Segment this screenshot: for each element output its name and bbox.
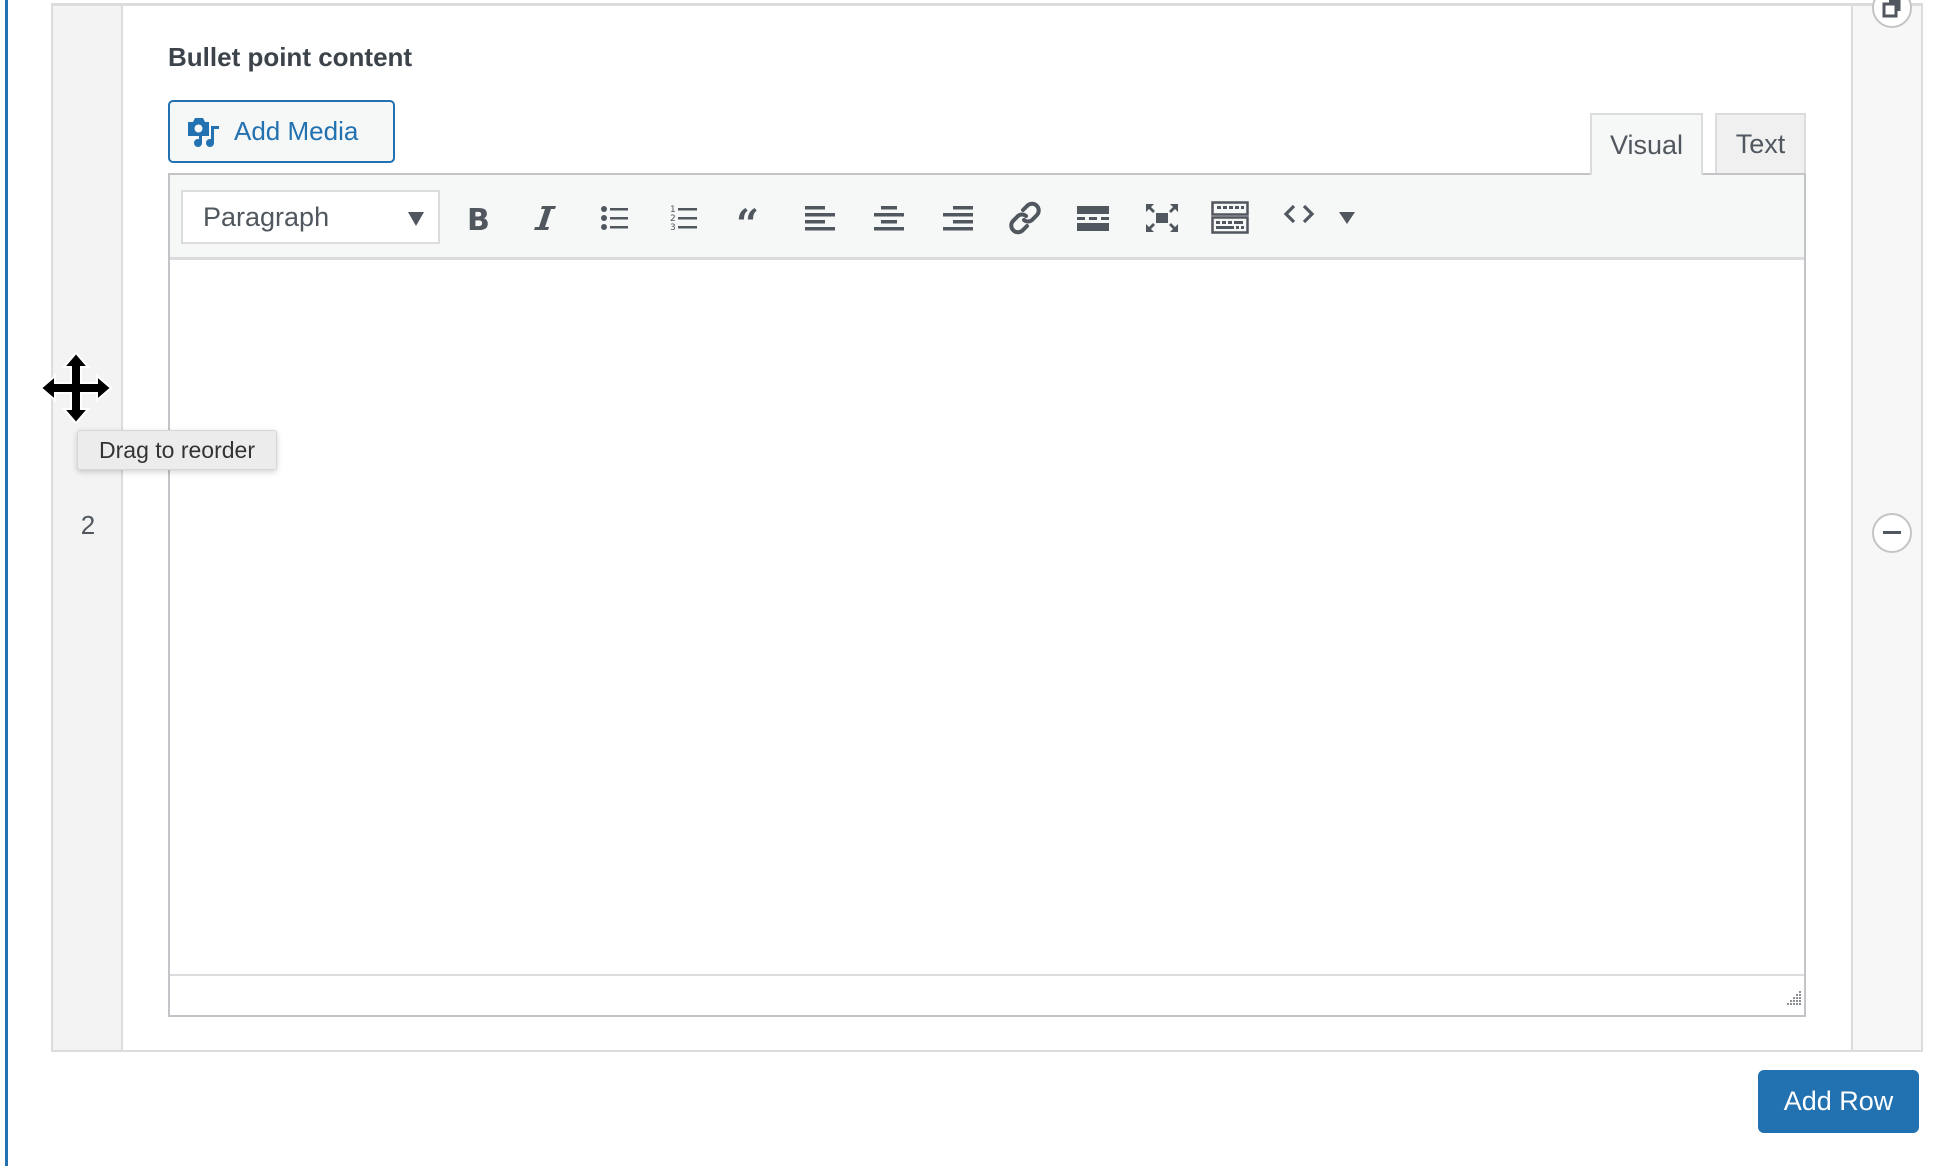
svg-text:B: B — [467, 204, 490, 232]
duplicate-icon — [1882, 0, 1901, 18]
media-icon — [188, 117, 219, 147]
align-right-icon — [943, 206, 973, 231]
italic-button[interactable] — [524, 196, 568, 240]
bold-icon: B — [467, 204, 490, 232]
read-more-button[interactable] — [1071, 196, 1115, 240]
code-icon — [1283, 204, 1315, 224]
bulleted-list-button[interactable] — [593, 196, 637, 240]
numbered-list-button[interactable]: 1 2 3 — [662, 196, 706, 240]
format-select[interactable]: Paragraph — [181, 190, 440, 244]
bulleted-list-icon — [601, 206, 628, 230]
move-cursor-icon — [39, 351, 113, 425]
code-button[interactable] — [1277, 192, 1321, 236]
left-accent-border — [5, 0, 8, 1166]
tab-visual[interactable]: Visual — [1590, 113, 1703, 175]
blockquote-icon: “ — [736, 204, 759, 232]
align-left-button[interactable] — [798, 196, 842, 240]
numbered-list-icon: 1 2 3 — [670, 205, 697, 233]
add-media-button[interactable]: Add Media — [168, 100, 395, 163]
svg-text:“: “ — [736, 204, 759, 232]
row-number: 2 — [80, 510, 96, 540]
dropdown-arrow-icon — [408, 212, 424, 226]
italic-icon — [534, 206, 556, 230]
more-dropdown-button[interactable] — [1325, 196, 1369, 240]
bold-button[interactable]: B — [456, 196, 500, 240]
minus-icon — [1883, 531, 1901, 534]
tab-text[interactable]: Text — [1715, 113, 1806, 173]
svg-text:3: 3 — [670, 223, 676, 233]
add-media-label: Add Media — [234, 116, 359, 146]
toolbar-toggle-button[interactable] — [1208, 196, 1252, 240]
insert-link-button[interactable] — [1003, 196, 1047, 240]
read-more-icon — [1077, 206, 1109, 231]
caret-down-icon — [1339, 212, 1355, 224]
resize-grip-icon — [1787, 991, 1801, 1005]
resize-handle[interactable] — [1786, 990, 1802, 1006]
blockquote-button[interactable]: “ — [730, 196, 774, 240]
keyboard-icon — [1211, 201, 1249, 234]
format-select-value: Paragraph — [203, 201, 330, 232]
add-row-button[interactable]: Add Row — [1758, 1070, 1919, 1133]
field-label: Bullet point content — [168, 42, 413, 72]
editor-status-bar — [170, 974, 1804, 1015]
drag-tooltip: Drag to reorder — [77, 430, 277, 470]
align-right-button[interactable] — [936, 196, 980, 240]
fullscreen-icon — [1146, 204, 1178, 232]
editor-content-area[interactable] — [168, 173, 1806, 1017]
align-left-icon — [805, 206, 835, 231]
align-center-button[interactable] — [867, 196, 911, 240]
align-center-icon — [874, 206, 904, 231]
link-icon — [1009, 201, 1041, 235]
remove-row-button[interactable] — [1872, 513, 1912, 553]
fullscreen-button[interactable] — [1140, 196, 1184, 240]
